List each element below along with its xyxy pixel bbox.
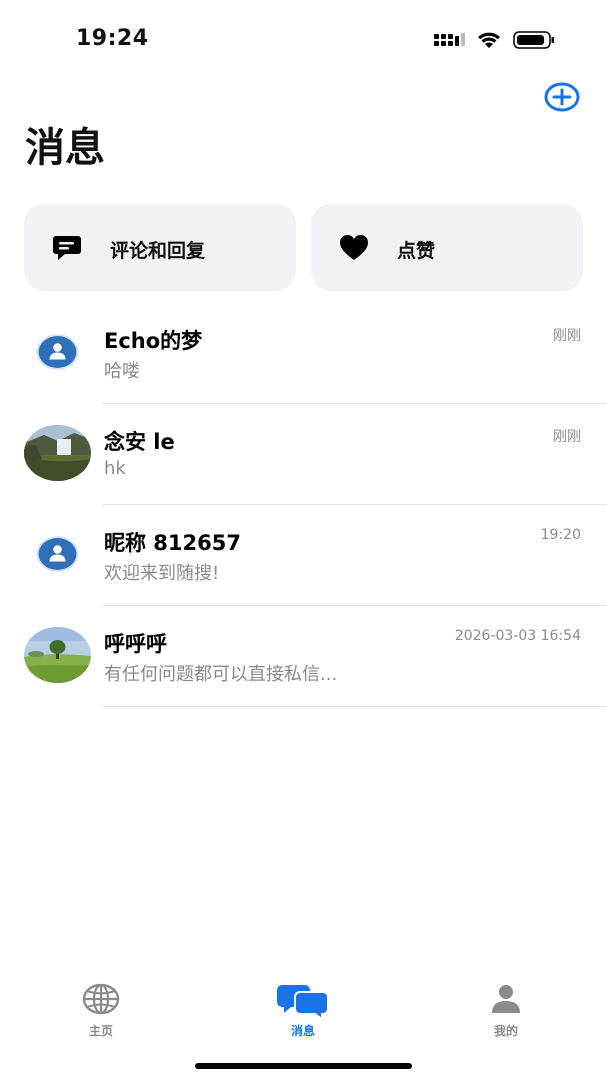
conversation-row[interactable]: 昵称 812657 欢迎来到随搜! 19:20 (0, 505, 607, 606)
conversation-name: 呼呼呼 (104, 632, 167, 656)
status-bar: 19:24 (0, 0, 607, 80)
conversation-message: 哈喽 (104, 361, 140, 382)
conversation-name: 昵称 812657 (104, 531, 241, 555)
page-title: 消息 (25, 125, 105, 171)
conversation-message: 有任何问题都可以直接私信... (104, 664, 338, 685)
avatar (24, 627, 91, 683)
conversation-row[interactable]: 呼呼呼 有任何问题都可以直接私信... 2026-03-03 16:54 (0, 606, 607, 707)
battery-icon (513, 31, 554, 49)
home-indicator (195, 1063, 412, 1069)
plus-circle-icon (544, 82, 580, 112)
avatar (24, 324, 91, 380)
avatar (24, 526, 91, 582)
wifi-icon (478, 32, 500, 48)
conversation-time: 2026-03-03 16:54 (454, 628, 581, 644)
heart-icon (340, 235, 368, 260)
cellular-signal-icon (434, 33, 465, 46)
row-divider (102, 706, 607, 707)
waterfall-photo-avatar-icon (24, 425, 91, 481)
conversation-message: hk (104, 458, 126, 479)
chat-bubbles-icon (277, 985, 329, 1019)
comments-replies-card[interactable]: 评论和回复 (24, 204, 296, 291)
person-icon (492, 985, 520, 1013)
conversation-time: 刚刚 (553, 328, 581, 344)
conversation-row[interactable]: Echo的梦 哈喽 刚刚 (0, 303, 607, 404)
avatar (24, 425, 91, 481)
conversation-message: 欢迎来到随搜! (104, 563, 220, 584)
status-time: 19:24 (76, 26, 149, 51)
conversation-time: 19:20 (540, 527, 581, 543)
likes-label: 点赞 (397, 240, 436, 262)
likes-card[interactable]: 点赞 (311, 204, 583, 291)
comment-icon (53, 236, 81, 260)
default-user-avatar-icon (24, 526, 91, 582)
conversation-row[interactable]: 念安 le hk 刚刚 (0, 404, 607, 505)
default-user-avatar-icon (24, 324, 91, 380)
tree-landscape-avatar-icon (24, 627, 91, 683)
tab-home-label: 主页 (88, 1024, 113, 1038)
conversation-time: 刚刚 (553, 429, 581, 445)
tab-profile-label: 我的 (493, 1024, 518, 1038)
tab-bar: 主页 消息 我的 (0, 975, 607, 1050)
conversation-name: Echo的梦 (104, 329, 203, 353)
quick-cards: 评论和回复 点赞 (24, 204, 583, 291)
add-button[interactable] (544, 82, 580, 112)
conversation-list: Echo的梦 哈喽 刚刚 念安 le hk 刚刚 昵称 812657 欢迎来到随… (0, 303, 607, 707)
conversation-name: 念安 le (104, 430, 175, 454)
globe-icon (82, 983, 120, 1015)
comments-replies-label: 评论和回复 (110, 240, 206, 262)
tab-profile[interactable]: 我的 (446, 975, 566, 1045)
tab-messages[interactable]: 消息 (243, 975, 363, 1045)
tab-home[interactable]: 主页 (41, 975, 161, 1045)
tab-messages-label: 消息 (290, 1024, 315, 1038)
